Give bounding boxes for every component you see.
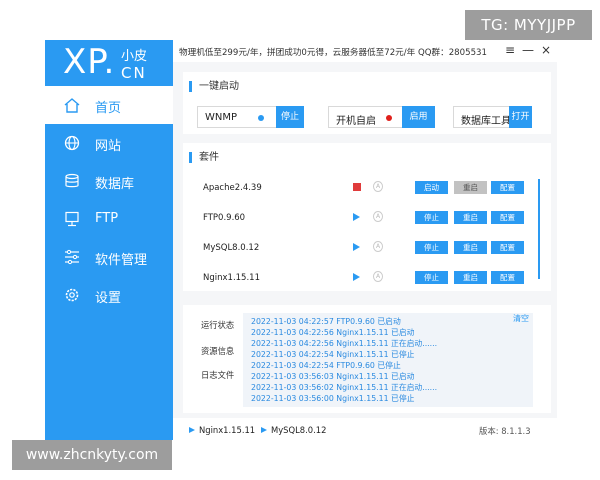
db-tool-box: 数据库工具 打开 (453, 106, 532, 128)
log-line: 2022-11-03 04:22:54 FTP0.9.60 已停止 (251, 361, 401, 370)
play-icon (353, 243, 360, 251)
log-line: 2022-11-03 03:56:02 Nginx1.15.11 正在启动...… (251, 383, 438, 392)
autostart-label: 开机自启 (336, 116, 376, 127)
suite-title: 套件 (189, 152, 219, 163)
admin-icon: A (373, 241, 383, 252)
database-icon (65, 173, 79, 188)
stop-button[interactable]: 停止 (415, 271, 448, 284)
sidebar-item-database[interactable]: 数据库 (45, 162, 173, 200)
admin-icon: A (373, 181, 383, 192)
screenshot-page: TG: MYYJJPP XP. 小皮 CN 首页 网站 数据库 FTP 软件管理… (0, 0, 600, 480)
play-icon (261, 427, 267, 433)
version-label: 版本: 8.1.1.3 (479, 426, 531, 436)
sidebar-item-label: 网站 (95, 139, 122, 154)
play-icon (353, 213, 360, 221)
play-icon (353, 273, 360, 281)
start-button[interactable]: 启动 (415, 181, 448, 194)
globe-icon (64, 135, 80, 151)
suite-name: MySQL8.0.12 (203, 243, 260, 253)
autostart-box: 开机自启 启用 (328, 106, 435, 128)
sidebar-item-home[interactable]: 首页 (45, 86, 173, 124)
sidebar-item-label: 软件管理 (95, 253, 148, 268)
home-icon (64, 98, 80, 113)
wnmp-box: WNMP 停止 (197, 106, 304, 128)
stopped-status-icon (353, 183, 361, 191)
quick-start-panel: 一键启动 WNMP 停止 开机自启 启用 数据库工具 打开 (183, 72, 551, 134)
log-line: 2022-11-03 04:22:56 Nginx1.15.11 正在启动...… (251, 339, 438, 348)
play-icon (189, 427, 195, 433)
log-line: 2022-11-03 03:56:00 Nginx1.15.11 已停止 (251, 394, 415, 403)
suite-row-ftp: FTP0.9.60 A 停止 重启 配置 (183, 203, 533, 233)
config-button[interactable]: 配置 (491, 271, 524, 284)
autostart-status-dot (386, 115, 392, 121)
stop-button[interactable]: 停止 (415, 211, 448, 224)
log-line: 2022-11-03 03:56:03 Nginx1.15.11 已启动 (251, 372, 415, 381)
clear-log-button[interactable]: 清空 (513, 313, 529, 324)
sidebar: XP. 小皮 CN 首页 网站 数据库 FTP 软件管理 设置 (45, 40, 173, 440)
log-line: 2022-11-03 04:22:56 Nginx1.15.11 已启动 (251, 328, 415, 337)
sidebar-item-label: 数据库 (95, 177, 135, 192)
tab-run-status[interactable]: 运行状态 (201, 319, 234, 331)
wnmp-stop-button[interactable]: 停止 (276, 106, 304, 128)
tab-resource-info[interactable]: 资源信息 (201, 345, 234, 357)
db-tool-open-button[interactable]: 打开 (509, 106, 532, 128)
sidebar-item-label: FTP (95, 211, 119, 226)
log-panel: 运行状态 资源信息 日志文件 2022-11-03 04:22:57 FTP0.… (183, 305, 551, 413)
sidebar-item-software[interactable]: 软件管理 (45, 238, 173, 276)
log-output[interactable]: 2022-11-03 04:22:57 FTP0.9.60 已启动 2022-1… (243, 313, 533, 407)
logo-chinese: 小皮 (121, 49, 148, 64)
logo-xp: XP. (63, 42, 116, 82)
suite-panel: 套件 Apache2.4.39 A 启动 重启 配置 FTP0.9.60 A 停… (183, 143, 551, 291)
sidebar-item-ftp[interactable]: FTP (45, 200, 173, 238)
suite-row-mysql: MySQL8.0.12 A 停止 重启 配置 (183, 233, 533, 263)
suite-row-apache: Apache2.4.39 A 启动 重启 配置 (183, 173, 533, 203)
config-button[interactable]: 配置 (491, 181, 524, 194)
status-nginx: Nginx1.15.11 (189, 425, 255, 435)
watermark-top-right: TG: MYYJJPP (465, 10, 592, 40)
log-line: 2022-11-03 04:22:57 FTP0.9.60 已启动 (251, 317, 401, 326)
tab-log-files[interactable]: 日志文件 (201, 369, 234, 381)
restart-button[interactable]: 重启 (454, 241, 487, 254)
app-logo: XP. 小皮 CN (45, 40, 173, 86)
logo-cn: CN (121, 64, 147, 82)
restart-button[interactable]: 重启 (454, 211, 487, 224)
sidebar-item-settings[interactable]: 设置 (45, 276, 173, 314)
admin-icon: A (373, 271, 383, 282)
sidebar-nav: 首页 网站 数据库 FTP 软件管理 设置 (45, 86, 173, 314)
log-line: 2022-11-03 04:22:54 Nginx1.15.11 已停止 (251, 350, 415, 359)
gear-icon (65, 288, 79, 302)
menu-icon[interactable]: ≡ (503, 43, 517, 57)
config-button[interactable]: 配置 (491, 241, 524, 254)
autostart-enable-button[interactable]: 启用 (402, 106, 435, 128)
wnmp-status-dot (258, 115, 264, 121)
db-tool-label: 数据库工具 (461, 116, 511, 127)
suite-scrollbar[interactable] (538, 179, 540, 279)
admin-icon: A (373, 211, 383, 222)
quick-start-title: 一键启动 (189, 81, 239, 92)
ftp-icon (65, 211, 79, 227)
watermark-bottom-left: www.zhcnkyty.com (12, 440, 172, 470)
close-icon[interactable]: × (539, 43, 553, 57)
suite-name: Nginx1.15.11 (203, 273, 260, 283)
suite-row-nginx: Nginx1.15.11 A 停止 重启 配置 (183, 263, 533, 293)
status-nginx-label: Nginx1.15.11 (199, 425, 256, 435)
suite-name: Apache2.4.39 (203, 183, 262, 193)
sidebar-item-label: 首页 (95, 101, 122, 116)
minimize-icon[interactable]: — (521, 43, 535, 57)
status-mysql-label: MySQL8.0.12 (271, 425, 327, 435)
status-mysql: MySQL8.0.12 (261, 425, 326, 435)
restart-button[interactable]: 重启 (454, 181, 487, 194)
status-bar: Nginx1.15.11 MySQL8.0.12 版本: 8.1.1.3 (173, 418, 557, 440)
promo-text[interactable]: 物理机低至299元/年，拼团成功0元得，云服务器低至72元/年 QQ群：2805… (179, 46, 487, 58)
sidebar-item-website[interactable]: 网站 (45, 124, 173, 162)
wnmp-label: WNMP (205, 112, 238, 123)
sliders-icon (65, 249, 79, 265)
top-bar: 物理机低至299元/年，拼团成功0元得，云服务器低至72元/年 QQ群：2805… (173, 40, 557, 62)
suite-name: FTP0.9.60 (203, 213, 246, 223)
sidebar-item-label: 设置 (95, 291, 122, 306)
config-button[interactable]: 配置 (491, 211, 524, 224)
restart-button[interactable]: 重启 (454, 271, 487, 284)
stop-button[interactable]: 停止 (415, 241, 448, 254)
